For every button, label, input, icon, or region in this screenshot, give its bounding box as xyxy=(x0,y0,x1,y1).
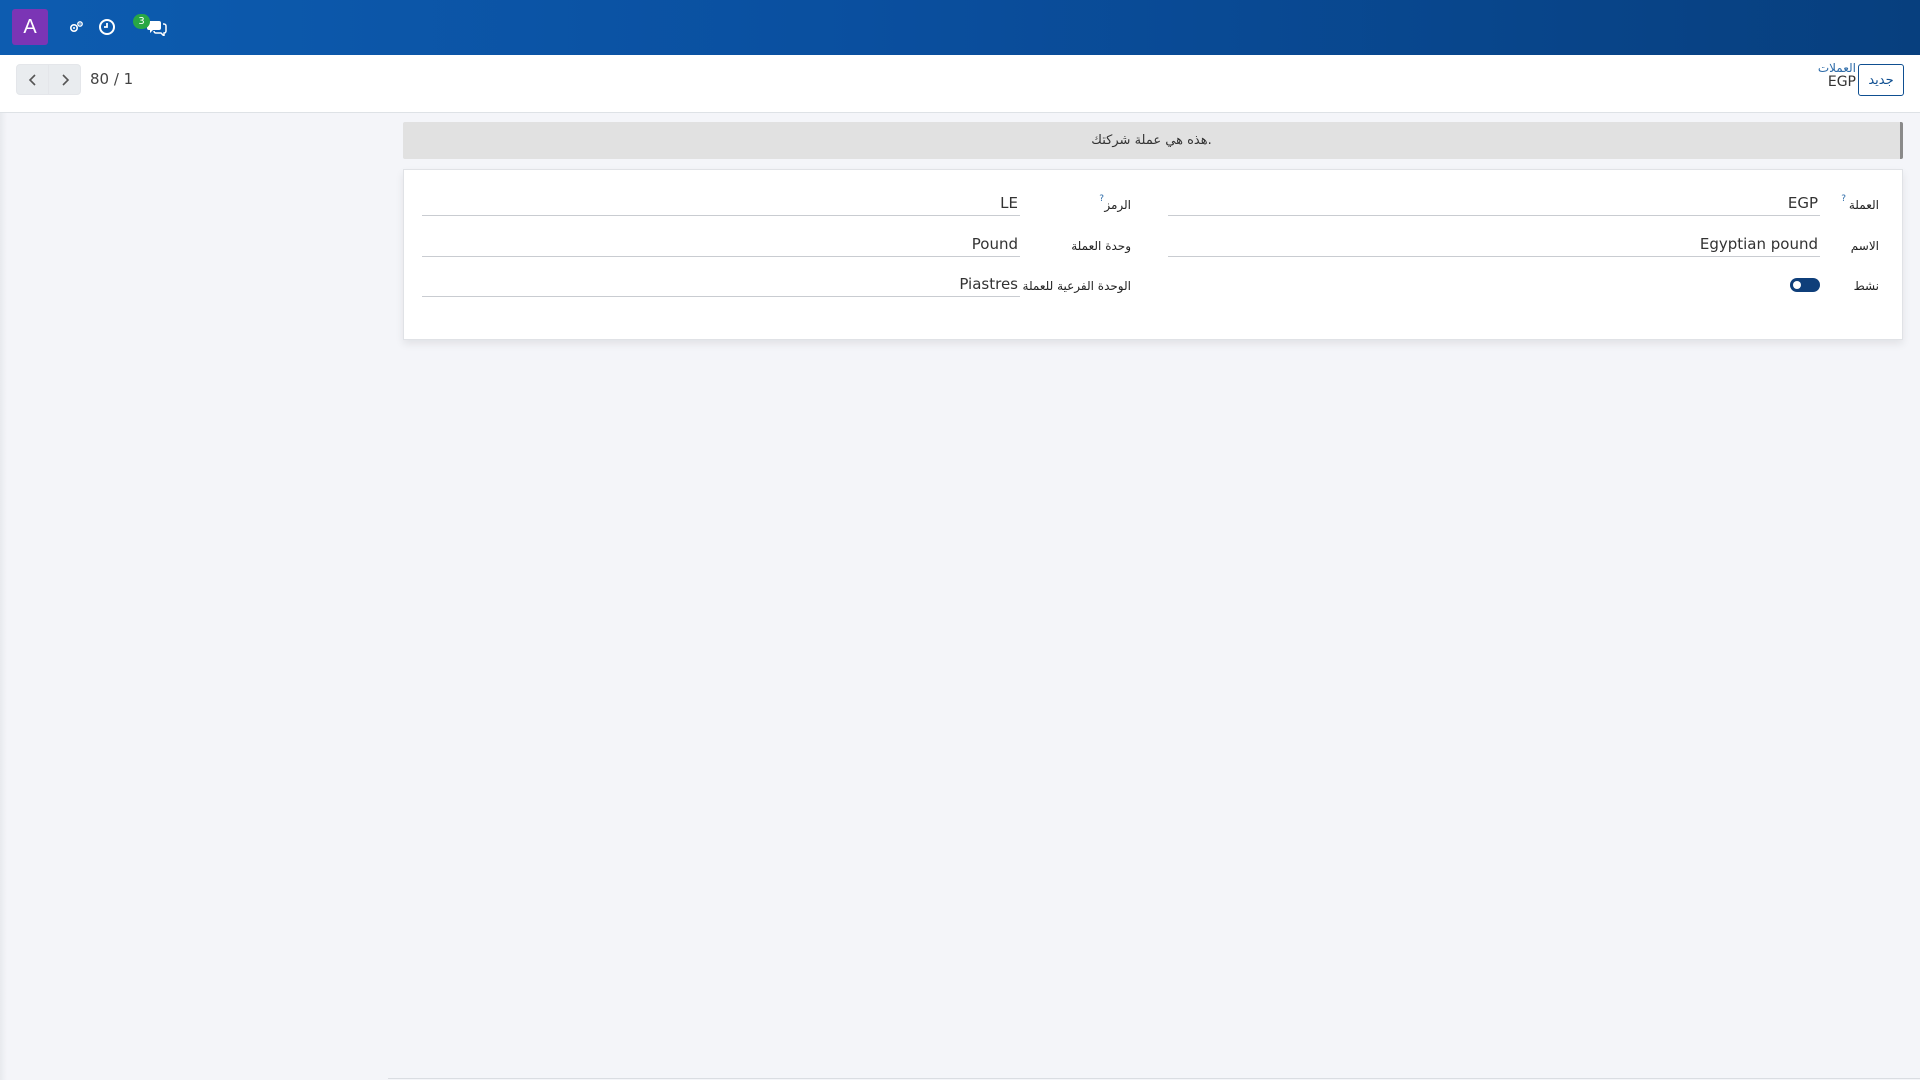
pager-next-button[interactable] xyxy=(48,64,81,95)
pager-value[interactable]: 80 / 1 xyxy=(90,70,133,88)
breadcrumb-current: EGP xyxy=(1827,73,1856,90)
chevron-left-icon xyxy=(28,73,36,86)
user-avatar[interactable]: A xyxy=(12,9,48,45)
control-panel: 80 / 1 العملات EGP جديد xyxy=(0,55,1920,113)
symbol-field[interactable] xyxy=(422,192,1020,216)
avatar-letter: A xyxy=(23,15,37,38)
currency-subunit-label: الوحدة الفرعية للعملة xyxy=(1022,279,1131,293)
form-sheet: العملة ? الاسم نشط الرمز ? وحدة العملة ا… xyxy=(403,169,1903,340)
banner-text: هذه هي عملة شركتك. xyxy=(1091,133,1212,148)
left-gutter xyxy=(0,113,7,1080)
name-label: الاسم xyxy=(1850,239,1879,253)
name-field[interactable] xyxy=(1168,233,1820,257)
pager-previous-button[interactable] xyxy=(16,64,49,95)
breadcrumb: العملات EGP xyxy=(1818,62,1856,89)
clock-icon[interactable] xyxy=(96,16,118,38)
new-button[interactable]: جديد xyxy=(1858,64,1904,96)
chevron-right-icon xyxy=(61,73,69,86)
currency-subunit-field[interactable] xyxy=(422,273,1020,297)
top-navbar: A 3 xyxy=(0,0,1920,55)
symbol-label: الرمز xyxy=(1104,198,1131,212)
toggle-knob xyxy=(1793,281,1801,289)
currency-unit-field[interactable] xyxy=(422,233,1020,257)
messages-badge: 3 xyxy=(133,14,150,29)
company-currency-banner: هذه هي عملة شركتك. xyxy=(403,122,1903,159)
active-label: نشط xyxy=(1853,279,1879,293)
breadcrumb-parent-link[interactable]: العملات xyxy=(1818,62,1856,75)
settings-gear-icon[interactable] xyxy=(65,16,87,38)
currency-field[interactable] xyxy=(1168,192,1820,216)
currency-unit-label: وحدة العملة xyxy=(1071,239,1131,253)
currency-help-icon[interactable]: ? xyxy=(1841,194,1846,204)
symbol-help-icon[interactable]: ? xyxy=(1099,194,1104,204)
currency-label: العملة xyxy=(1848,198,1879,212)
active-toggle[interactable] xyxy=(1790,278,1820,292)
bottom-divider xyxy=(388,1078,1920,1079)
